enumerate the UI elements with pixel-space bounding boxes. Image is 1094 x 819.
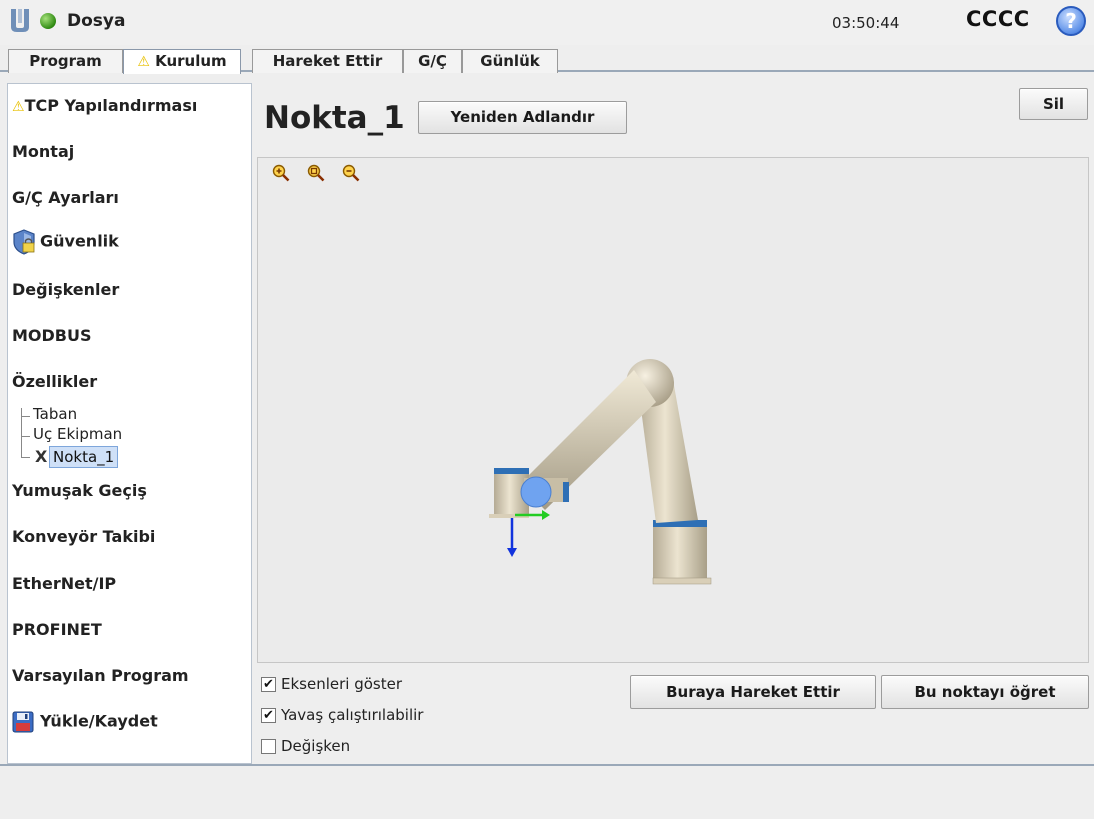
robot-name: CCCC [966,7,1030,31]
variable-checkbox[interactable]: Değişken [261,737,350,755]
tab-program[interactable]: Program [8,49,123,73]
tab-installation[interactable]: ⚠ Kurulum [123,49,241,74]
tree-item-tool[interactable]: Uç Ekipman [33,425,122,443]
tree-connector [21,416,30,417]
tab-bar: Program ⚠ Kurulum Hareket Ettir G/Ç Günl… [0,45,1094,74]
tab-io[interactable]: G/Ç [403,49,462,73]
shield-icon [13,229,35,255]
warning-icon: ⚠ [12,99,25,115]
checkbox-box[interactable]: ✔ [261,676,276,692]
jog-slow-checkbox[interactable]: ✔ Yavaş çalıştırılabilir [261,706,423,724]
checkbox-box[interactable] [261,738,276,754]
clock: 03:50:44 [832,14,900,32]
warning-icon: ⚠ [137,54,150,70]
robot-3d-view[interactable] [257,157,1089,663]
sidebar-item-label: Güvenlik [40,231,119,251]
ur-logo-icon [11,9,29,32]
teach-point-button[interactable]: Bu noktayı öğret [881,675,1089,709]
robot-status-icon [40,13,56,29]
help-icon[interactable]: ? [1056,6,1086,36]
sidebar-item-label: Yükle/Kaydet [40,711,158,731]
tree-item-base[interactable]: Taban [33,405,77,423]
sidebar-item-features[interactable]: Özellikler [12,372,97,391]
tree-connector [21,436,30,437]
sidebar-item-label: G/Ç Ayarları [12,188,119,207]
sidebar-item-profinet[interactable]: PROFINET [12,620,102,639]
sidebar-item-conveyor-tracking[interactable]: Konveyör Takibi [12,527,155,546]
sidebar-item-io-setup[interactable]: G/Ç Ayarları [12,188,119,207]
tab-log[interactable]: Günlük [462,49,558,73]
sidebar-item-label: Konveyör Takibi [12,527,156,546]
tree-connector [21,457,30,458]
sidebar-item-label: Yumuşak Geçiş [12,481,147,500]
sidebar-item-label: EtherNet/IP [12,574,117,593]
top-bar: Dosya 03:50:44 CCCC ? [0,0,1094,45]
checkbox-label: Eksenleri göster [281,675,403,693]
sidebar-item-tcp-config[interactable]: ⚠TCP Yapılandırması [12,96,197,115]
sidebar-item-label: TCP Yapılandırması [24,96,198,115]
tab-move[interactable]: Hareket Ettir [252,49,403,73]
show-axes-checkbox[interactable]: ✔ Eksenleri göster [261,675,402,693]
sidebar-item-label: Özellikler [12,372,98,391]
tab-log-label: Günlük [480,52,540,70]
delete-button[interactable]: Sil [1019,88,1088,120]
point-panel: Nokta_1 Yeniden Adlandır Sil ✔ Eksenleri… [252,83,1094,764]
point-name-title: Nokta_1 [264,100,405,136]
sidebar-item-label: Varsayılan Program [12,666,189,685]
sidebar-item-modbus[interactable]: MODBUS [12,326,92,345]
sidebar-item-label: PROFINET [12,620,102,639]
tab-io-label: G/Ç [418,52,447,70]
move-here-button[interactable]: Buraya Hareket Ettir [630,675,876,709]
rename-button[interactable]: Yeniden Adlandır [418,101,627,134]
tab-program-label: Program [29,52,102,70]
checkbox-box[interactable]: ✔ [261,707,276,723]
sidebar-item-label: Değişkenler [12,280,120,299]
checkbox-label: Yavaş çalıştırılabilir [281,706,424,724]
tab-move-label: Hareket Ettir [272,52,383,70]
installation-sidebar: ⚠TCP Yapılandırması Montaj G/Ç Ayarları … [7,83,252,764]
checkbox-label: Değişken [281,737,351,755]
sidebar-item-ethernet-ip[interactable]: EtherNet/IP [12,574,116,593]
tree-item-point-1[interactable]: Nokta_1 [49,446,119,468]
sidebar-item-smooth-transition[interactable]: Yumuşak Geçiş [12,481,147,500]
sidebar-item-label: Montaj [12,142,75,161]
floppy-disk-icon [12,711,34,733]
sidebar-item-mounting[interactable]: Montaj [12,142,74,161]
tab-installation-label: Kurulum [155,52,227,70]
sidebar-item-variables[interactable]: Değişkenler [12,280,119,299]
robot-arm-model [489,359,712,585]
footer-divider [0,764,1094,766]
file-menu[interactable]: Dosya [67,11,125,31]
sidebar-item-safety[interactable]: Güvenlik [12,229,119,255]
sidebar-item-default-program[interactable]: Varsayılan Program [12,666,189,685]
point-feature-icon: X [35,447,48,466]
sidebar-item-label: MODBUS [12,326,92,345]
sidebar-item-load-save[interactable]: Yükle/Kaydet [12,711,158,733]
